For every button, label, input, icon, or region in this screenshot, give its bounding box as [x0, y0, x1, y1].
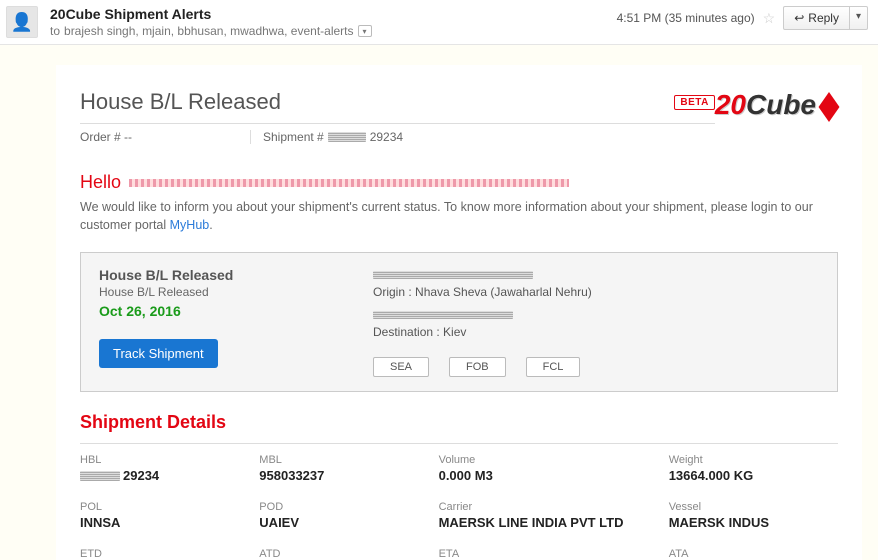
star-icon[interactable]: ☆ [763, 10, 776, 27]
detail-carrier: Carrier MAERSK LINE INDIA PVT LTD [439, 501, 659, 530]
shipment-column: Shipment # 29234 [250, 130, 403, 144]
detail-vessel: Vessel MAERSK INDUS [669, 501, 838, 530]
status-card-left: House B/L Released House B/L Released Oc… [99, 267, 349, 377]
recipients-line: to brajesh singh, mjain, bbhusan, mwadhw… [50, 24, 617, 38]
detail-label: POD [259, 501, 428, 513]
origin-line: Origin : Nhava Sheva (Jawaharlal Nehru) [373, 285, 819, 299]
cube-icon [819, 92, 840, 122]
detail-label: ATD [259, 548, 428, 560]
person-icon: 👤 [11, 12, 33, 33]
email-body: House B/L Released BETA Order # -- Shipm… [56, 65, 862, 560]
status-card-right: Origin : Nhava Sheva (Jawaharlal Nehru) … [373, 267, 819, 377]
detail-value: 0.000 M3 [439, 468, 659, 483]
detail-value: MAERSK INDUS [669, 515, 838, 530]
detail-pod: POD UAIEV [259, 501, 428, 530]
shipment-details-grid: HBL 29234 MBL 958033237 Volume 0.000 M3 … [80, 443, 838, 560]
chip-sea: SEA [373, 357, 429, 377]
detail-pol: POL INNSA [80, 501, 249, 530]
logo-part2: Cube [746, 89, 816, 120]
logo-part1: 20 [715, 89, 746, 120]
status-title: House B/L Released [99, 267, 349, 283]
reply-button[interactable]: ↩ Reply [783, 6, 850, 30]
hbl-redacted-prefix [80, 471, 120, 481]
intro-text-2: . [209, 218, 212, 232]
detail-eta: ETA [439, 548, 659, 560]
origin-redacted-line [373, 271, 533, 279]
shipment-number-redacted [328, 132, 366, 142]
detail-label: Weight [669, 454, 838, 466]
detail-value: 13664.000 KG [669, 468, 838, 483]
chip-fob: FOB [449, 357, 506, 377]
status-card: House B/L Released House B/L Released Oc… [80, 252, 838, 392]
reply-label: Reply [808, 11, 839, 25]
status-subtitle: House B/L Released [99, 285, 349, 299]
chip-fcl: FCL [526, 357, 581, 377]
page-title-text: House B/L Released [80, 89, 281, 115]
email-header: 👤 20Cube Shipment Alerts to brajesh sing… [0, 0, 878, 45]
recipients-list: brajesh singh, mjain, bbhusan, mwadhwa, … [64, 24, 354, 38]
title-left: House B/L Released BETA Order # -- Shipm… [80, 89, 715, 150]
mode-chips: SEA FOB FCL [373, 357, 819, 377]
detail-label: Carrier [439, 501, 659, 513]
detail-label: Vessel [669, 501, 838, 513]
detail-mbl: MBL 958033237 [259, 454, 428, 483]
email-header-right: 4:51 PM (35 minutes ago) ☆ ↩ Reply ▾ [617, 6, 868, 30]
detail-etd: ETD [80, 548, 249, 560]
detail-value: MAERSK LINE INDIA PVT LTD [439, 515, 659, 530]
detail-value: 958033237 [259, 468, 428, 483]
detail-label: POL [80, 501, 249, 513]
shipment-label: Shipment # [263, 130, 324, 144]
detail-value: INNSA [80, 515, 249, 530]
greeting-text: Hello [80, 172, 121, 193]
origin-label: Origin : [373, 285, 412, 299]
title-row: House B/L Released BETA Order # -- Shipm… [80, 89, 838, 150]
greeting-line: Hello [80, 172, 838, 193]
page-title: House B/L Released BETA [80, 89, 715, 115]
destination-label: Destination : [373, 325, 440, 339]
detail-value: UAIEV [259, 515, 428, 530]
destination-line: Destination : Kiev [373, 325, 819, 339]
recipients-details-toggle[interactable]: ▾ [358, 25, 372, 37]
detail-weight: Weight 13664.000 KG [669, 454, 838, 483]
recipients-prefix: to [50, 24, 60, 38]
detail-label: Volume [439, 454, 659, 466]
beta-badge: BETA [674, 95, 714, 110]
order-label: Order # [80, 130, 121, 144]
detail-hbl: HBL 29234 [80, 454, 249, 483]
detail-atd: ATD [259, 548, 428, 560]
email-header-main: 20Cube Shipment Alerts to brajesh singh,… [50, 6, 617, 38]
order-value: -- [124, 130, 132, 144]
destination-redacted-line [373, 311, 513, 319]
origin-value: Nhava Sheva (Jawaharlal Nehru) [415, 285, 592, 299]
email-body-wrapper: House B/L Released BETA Order # -- Shipm… [0, 45, 878, 560]
status-date: Oct 26, 2016 [99, 303, 349, 319]
detail-volume: Volume 0.000 M3 [439, 454, 659, 483]
myhub-link[interactable]: MyHub [170, 218, 210, 232]
greeting-name-redacted [129, 179, 569, 187]
detail-ata: ATA [669, 548, 838, 560]
intro-paragraph: We would like to inform you about your s… [80, 199, 838, 234]
detail-label: HBL [80, 454, 249, 466]
detail-label: ATA [669, 548, 838, 560]
detail-value: 29234 [80, 468, 249, 483]
detail-label: ETD [80, 548, 249, 560]
order-shipment-row: Order # -- Shipment # 29234 [80, 123, 715, 150]
hbl-suffix: 29234 [123, 468, 159, 483]
order-column: Order # -- [80, 130, 250, 144]
destination-value: Kiev [443, 325, 466, 339]
email-timestamp: 4:51 PM (35 minutes ago) [617, 11, 755, 25]
shipment-details-title: Shipment Details [80, 412, 838, 433]
shipment-number-suffix: 29234 [370, 130, 403, 144]
detail-label: MBL [259, 454, 428, 466]
reply-more-button[interactable]: ▾ [850, 6, 868, 30]
brand-logo: 20Cube [715, 89, 838, 121]
sender-name: 20Cube Shipment Alerts [50, 6, 211, 22]
reply-arrow-icon: ↩ [794, 11, 804, 25]
sender-avatar: 👤 [6, 6, 38, 38]
track-shipment-button[interactable]: Track Shipment [99, 339, 218, 368]
detail-label: ETA [439, 548, 659, 560]
